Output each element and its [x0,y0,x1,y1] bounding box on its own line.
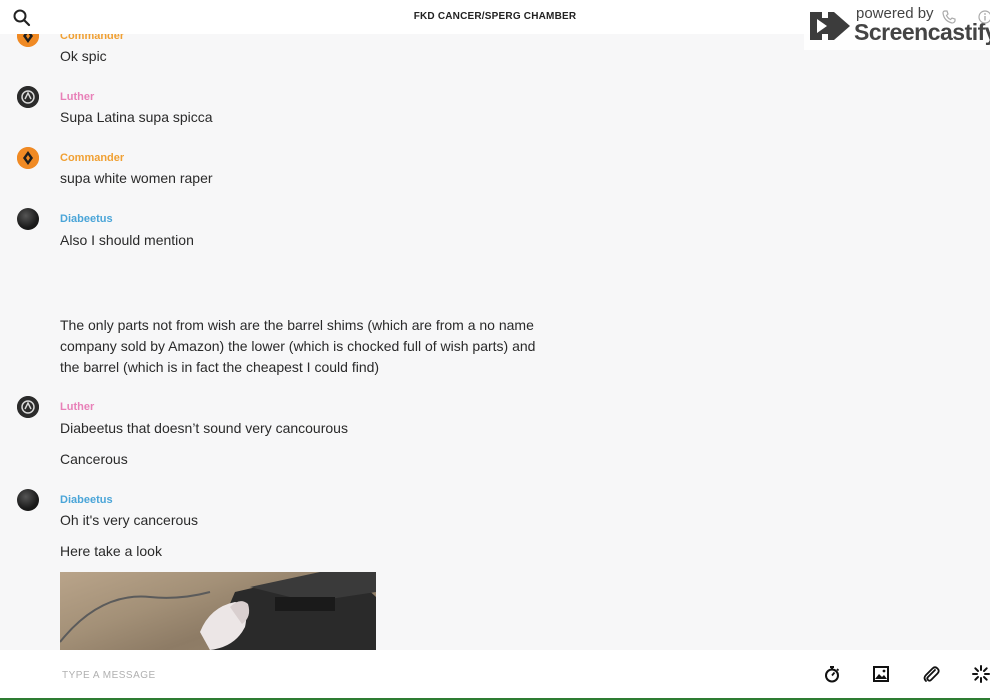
phone-icon[interactable] [942,10,956,24]
message-text-line: The only parts not from wish are the bar… [60,317,534,333]
message-text: supa white women raper [60,170,213,186]
message-composer [0,650,990,700]
message-text: Also I should mention [60,232,194,248]
sender-name: Luther [60,401,95,413]
screencastify-watermark: powered by Screencastify [804,0,990,50]
attached-photo[interactable] [60,572,376,650]
luther-avatar-icon [17,396,39,418]
avatar-luther[interactable] [17,396,39,418]
sender-name: Commander [60,152,125,164]
photo-content [60,572,376,650]
message-text: Supa Latina supa spicca [60,109,213,125]
avatar-luther[interactable] [17,86,39,108]
watermark-brand-text: Screencastify [854,19,990,45]
message-text: Diabeetus that doesn’t sound very cancou… [60,420,348,436]
avatar-diabeetus[interactable] [17,489,39,511]
message-text-line: the barrel (which is in fact the cheapes… [60,359,380,375]
message-text: Ok spic [60,48,107,64]
message-list[interactable]: Commander Ok spic Luther Supa Latina sup… [0,0,990,650]
avatar-diabeetus[interactable] [17,208,39,230]
luther-avatar-icon [17,86,39,108]
avatar-commander[interactable] [17,147,39,169]
screencastify-logo-icon [810,12,850,40]
info-icon[interactable] [978,10,990,24]
image-icon[interactable] [871,664,891,684]
sender-name: Diabeetus [60,494,113,506]
message-text-line: company sold by Amazon) the lower (which… [60,338,536,354]
sender-name: Diabeetus [60,213,113,225]
message-text: Here take a look [60,543,162,559]
message-text: Cancerous [60,451,128,467]
message-text: Oh it's very cancerous [60,512,199,528]
timer-icon[interactable] [822,664,842,684]
commander-avatar-icon [17,147,39,169]
message-input[interactable] [60,664,764,686]
sender-name: Luther [60,91,95,103]
paperclip-icon[interactable] [921,664,941,684]
loading-spinner-icon[interactable] [971,664,990,684]
